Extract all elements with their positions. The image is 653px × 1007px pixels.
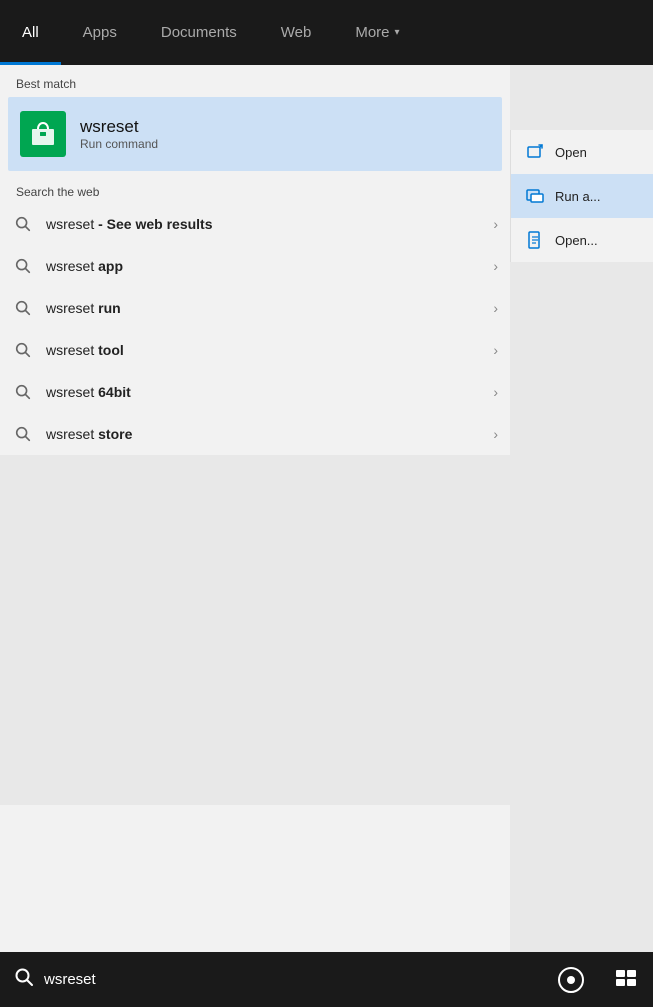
best-match-title: wsreset	[80, 117, 158, 137]
search-bar[interactable]	[0, 967, 543, 992]
context-item-open2[interactable]: Open...	[511, 218, 653, 262]
suggestion-item-5[interactable]: wsreset store ›	[0, 413, 510, 455]
suggestion-item-3[interactable]: wsreset tool ›	[0, 329, 510, 371]
best-match-item[interactable]: wsreset Run command	[8, 97, 502, 171]
suggestion-item-2[interactable]: wsreset run ›	[0, 287, 510, 329]
chevron-right-icon-1: ›	[493, 258, 498, 274]
context-open-label: Open	[555, 145, 587, 160]
suggestion-item-4[interactable]: wsreset 64bit ›	[0, 371, 510, 413]
suggestion-text-5: wsreset store	[46, 426, 481, 442]
search-icon-0	[12, 213, 34, 235]
open-window-icon	[525, 142, 545, 162]
store-icon	[28, 119, 58, 149]
tab-apps[interactable]: Apps	[61, 0, 139, 65]
search-icon-3	[12, 339, 34, 361]
suggestion-text-3: wsreset tool	[46, 342, 481, 358]
tab-documents-label: Documents	[161, 24, 237, 41]
run-icon	[525, 186, 545, 206]
top-navigation: All Apps Documents Web More ▾	[0, 0, 653, 65]
file-icon	[525, 230, 545, 250]
taskbar	[0, 952, 653, 1007]
chevron-right-icon-0: ›	[493, 216, 498, 232]
search-icon-4	[12, 381, 34, 403]
chevron-right-icon-5: ›	[493, 426, 498, 442]
context-run-label: Run a...	[555, 189, 601, 204]
search-input[interactable]	[44, 971, 529, 988]
context-menu-panel: Open Run a... Open...	[510, 130, 653, 262]
chevron-right-icon-2: ›	[493, 300, 498, 316]
chevron-right-icon-4: ›	[493, 384, 498, 400]
task-view-icon	[616, 970, 636, 990]
suggestion-text-4: wsreset 64bit	[46, 384, 481, 400]
tab-web[interactable]: Web	[259, 0, 334, 65]
tab-more[interactable]: More ▾	[333, 0, 421, 65]
task-view-button[interactable]	[598, 952, 653, 1007]
cortana-button[interactable]	[543, 952, 598, 1007]
empty-area	[0, 455, 510, 805]
results-panel: Best match wsreset Run command Search th…	[0, 65, 510, 952]
chevron-right-icon-3: ›	[493, 342, 498, 358]
app-icon-wrapper	[20, 111, 66, 157]
best-match-subtitle: Run command	[80, 137, 158, 151]
tab-all[interactable]: All	[0, 0, 61, 65]
suggestion-text-2: wsreset run	[46, 300, 481, 316]
taskbar-search-icon	[14, 967, 34, 992]
tab-apps-label: Apps	[83, 24, 117, 41]
suggestion-text-0: wsreset - See web results	[46, 216, 481, 232]
suggestion-item-1[interactable]: wsreset app ›	[0, 245, 510, 287]
context-item-open[interactable]: Open	[511, 130, 653, 174]
search-icon-2	[12, 297, 34, 319]
tab-web-label: Web	[281, 24, 312, 41]
context-item-run[interactable]: Run a...	[511, 174, 653, 218]
best-match-text-block: wsreset Run command	[80, 117, 158, 151]
tab-all-label: All	[22, 24, 39, 41]
best-match-section-label: Best match	[0, 65, 510, 97]
cortana-icon	[558, 967, 584, 993]
suggestion-item-0[interactable]: wsreset - See web results ›	[0, 203, 510, 245]
context-open2-label: Open...	[555, 233, 598, 248]
tab-more-label: More	[355, 24, 389, 41]
tab-documents[interactable]: Documents	[139, 0, 259, 65]
suggestion-text-1: wsreset app	[46, 258, 481, 274]
chevron-down-icon: ▾	[395, 27, 400, 38]
web-search-section-label: Search the web	[0, 171, 510, 203]
search-icon-1	[12, 255, 34, 277]
search-icon-5	[12, 423, 34, 445]
